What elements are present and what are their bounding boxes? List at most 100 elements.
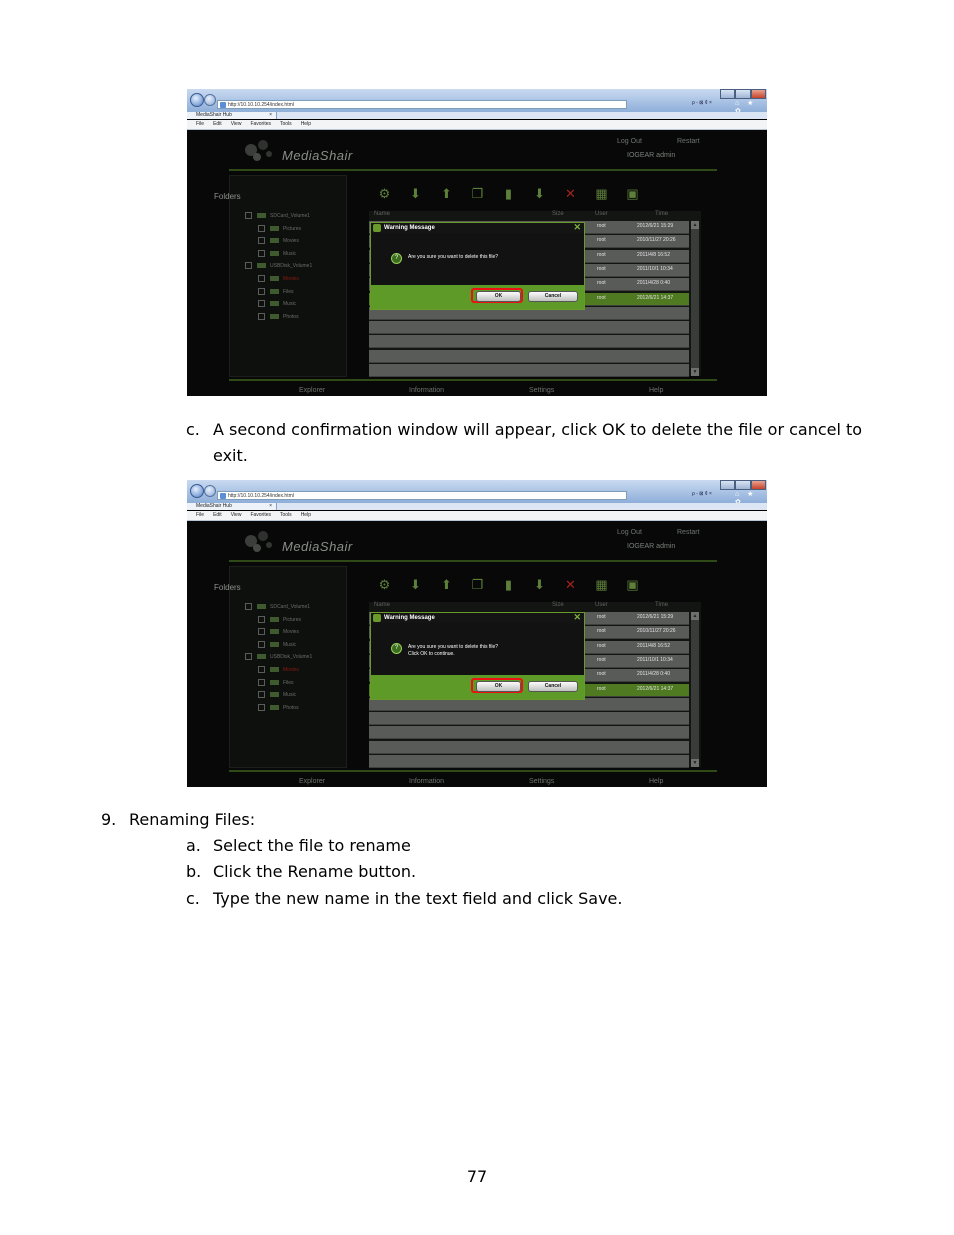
menu-help[interactable]: Help bbox=[301, 512, 311, 518]
expand-icon[interactable] bbox=[258, 678, 265, 686]
col-time[interactable]: Time bbox=[655, 211, 668, 217]
scroll-up-icon[interactable]: ▲ bbox=[691, 612, 699, 620]
restart-link[interactable]: Restart bbox=[677, 529, 700, 536]
delete-icon[interactable]: ✕ bbox=[563, 186, 578, 201]
expand-icon[interactable] bbox=[258, 691, 265, 699]
new-folder-icon[interactable]: ▣ bbox=[625, 577, 640, 592]
folder-item[interactable]: USBDisk_Volume1 bbox=[245, 262, 312, 270]
settings-icon[interactable]: ⚙ bbox=[377, 577, 392, 592]
nav-settings[interactable]: Settings bbox=[529, 387, 554, 394]
close-window-icon[interactable] bbox=[750, 89, 766, 99]
nav-explorer[interactable]: Explorer bbox=[299, 778, 325, 785]
expand-icon[interactable] bbox=[258, 287, 265, 295]
cancel-button[interactable]: Cancel bbox=[528, 291, 578, 302]
col-user[interactable]: User bbox=[595, 211, 608, 217]
maximize-icon[interactable] bbox=[735, 480, 751, 490]
new-folder-icon[interactable]: ▣ bbox=[625, 186, 640, 201]
dialog-close-icon[interactable]: ✕ bbox=[573, 612, 581, 622]
address-tools[interactable]: ρ - ⊠ ¢ × bbox=[692, 491, 712, 497]
folder-item[interactable]: Files bbox=[258, 287, 294, 295]
folder-item[interactable]: Movies bbox=[258, 666, 299, 673]
back-icon[interactable] bbox=[190, 484, 204, 498]
expand-icon[interactable] bbox=[258, 628, 265, 636]
menu-favorites[interactable]: Favorites bbox=[250, 121, 271, 127]
delete-icon[interactable]: ✕ bbox=[563, 577, 578, 592]
scroll-up-icon[interactable]: ▲ bbox=[691, 221, 699, 229]
nav-explorer[interactable]: Explorer bbox=[299, 387, 325, 394]
folder-item[interactable]: Movies bbox=[258, 628, 299, 636]
folder-item[interactable]: Movies bbox=[258, 275, 299, 282]
rename-icon[interactable]: ▦ bbox=[594, 186, 609, 201]
back-icon[interactable] bbox=[190, 93, 204, 107]
col-name[interactable]: Name bbox=[374, 211, 390, 217]
col-name[interactable]: Name bbox=[374, 602, 390, 608]
address-bar[interactable]: http://10.10.10.254/index.html bbox=[217, 491, 627, 500]
logout-link[interactable]: Log Out bbox=[617, 138, 642, 145]
expand-icon[interactable] bbox=[245, 212, 252, 219]
copy-icon[interactable]: ❐ bbox=[470, 186, 485, 201]
nav-information[interactable]: Information bbox=[409, 778, 444, 785]
menu-help[interactable]: Help bbox=[301, 121, 311, 127]
restart-link[interactable]: Restart bbox=[677, 138, 700, 145]
menu-edit[interactable]: Edit bbox=[213, 512, 222, 518]
folder-item[interactable]: Files bbox=[258, 678, 294, 686]
minimize-icon[interactable] bbox=[720, 89, 736, 99]
expand-icon[interactable] bbox=[258, 224, 265, 232]
col-time[interactable]: Time bbox=[655, 602, 668, 608]
scroll-down-icon[interactable]: ▼ bbox=[691, 759, 699, 767]
folder-item[interactable]: Movies bbox=[258, 237, 299, 245]
settings-icon[interactable]: ⚙ bbox=[377, 186, 392, 201]
nav-settings[interactable]: Settings bbox=[529, 778, 554, 785]
rename-icon[interactable]: ▦ bbox=[594, 577, 609, 592]
minimize-icon[interactable] bbox=[720, 480, 736, 490]
address-tools[interactable]: ρ - ⊠ ¢ × bbox=[692, 100, 712, 106]
expand-icon[interactable] bbox=[258, 703, 265, 711]
col-size[interactable]: Size bbox=[552, 211, 564, 217]
menu-file[interactable]: File bbox=[196, 512, 204, 518]
menu-favorites[interactable]: Favorites bbox=[250, 512, 271, 518]
upload-icon[interactable]: ⬆ bbox=[439, 577, 454, 592]
expand-icon[interactable] bbox=[258, 249, 265, 257]
maximize-icon[interactable] bbox=[735, 89, 751, 99]
cut-icon[interactable]: ▮ bbox=[501, 577, 516, 592]
menu-tools[interactable]: Tools bbox=[280, 512, 292, 518]
close-window-icon[interactable] bbox=[750, 480, 766, 490]
folder-item[interactable]: Music bbox=[258, 691, 296, 699]
folder-item[interactable]: Music bbox=[258, 300, 296, 308]
table-scrollbar[interactable]: ▲ ▼ bbox=[691, 612, 699, 767]
nav-information[interactable]: Information bbox=[409, 387, 444, 394]
ok-button[interactable]: OK bbox=[476, 291, 521, 302]
dialog-close-icon[interactable]: ✕ bbox=[573, 222, 581, 232]
browser-tab[interactable]: MediaShair Hub × bbox=[187, 112, 277, 119]
expand-icon[interactable] bbox=[245, 262, 252, 270]
nav-help[interactable]: Help bbox=[649, 387, 663, 394]
folder-item[interactable]: Photos bbox=[258, 312, 299, 320]
folder-item[interactable]: Music bbox=[258, 249, 296, 257]
expand-icon[interactable] bbox=[258, 275, 265, 282]
upload-icon[interactable]: ⬆ bbox=[439, 186, 454, 201]
col-size[interactable]: Size bbox=[552, 602, 564, 608]
menu-view[interactable]: View bbox=[231, 512, 242, 518]
copy-icon[interactable]: ❐ bbox=[470, 577, 485, 592]
tab-close-icon[interactable]: × bbox=[269, 503, 272, 510]
folder-item[interactable]: SDCard_Volume1 bbox=[245, 212, 310, 219]
folder-item[interactable]: Music bbox=[258, 640, 296, 648]
expand-icon[interactable] bbox=[258, 615, 265, 623]
menu-view[interactable]: View bbox=[231, 121, 242, 127]
expand-icon[interactable] bbox=[258, 640, 265, 648]
menu-tools[interactable]: Tools bbox=[280, 121, 292, 127]
table-scrollbar[interactable]: ▲ ▼ bbox=[691, 221, 699, 376]
menu-file[interactable]: File bbox=[196, 121, 204, 127]
expand-icon[interactable] bbox=[245, 653, 252, 661]
logout-link[interactable]: Log Out bbox=[617, 529, 642, 536]
paste-icon[interactable]: ⬇ bbox=[532, 577, 547, 592]
col-user[interactable]: User bbox=[595, 602, 608, 608]
menu-edit[interactable]: Edit bbox=[213, 121, 222, 127]
folder-item[interactable]: Pictures bbox=[258, 224, 301, 232]
browser-tab[interactable]: MediaShair Hub × bbox=[187, 503, 277, 510]
expand-icon[interactable] bbox=[245, 603, 252, 610]
folder-item[interactable]: Pictures bbox=[258, 615, 301, 623]
folder-item[interactable]: Photos bbox=[258, 703, 299, 711]
nav-help[interactable]: Help bbox=[649, 778, 663, 785]
expand-icon[interactable] bbox=[258, 300, 265, 308]
